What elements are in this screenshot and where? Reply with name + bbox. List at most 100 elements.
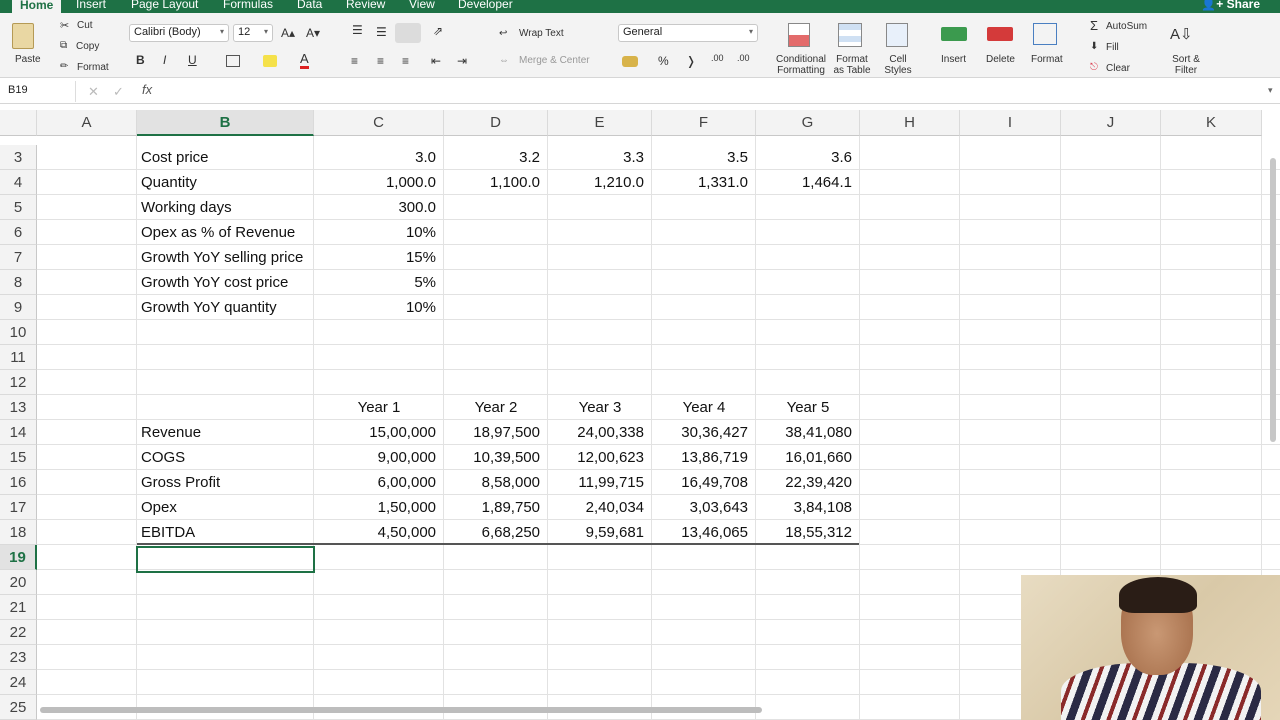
cell-b6[interactable]: Opex as % of Revenue [137, 220, 314, 245]
row-header-17[interactable]: 17 [0, 495, 37, 520]
cell-c16[interactable]: 6,00,000 [314, 470, 444, 495]
cell-f16[interactable]: 16,49,708 [652, 470, 756, 495]
cell-c5[interactable]: 300.0 [314, 195, 444, 220]
cell-c14[interactable]: 15,00,000 [314, 420, 444, 445]
decrease-indent-icon[interactable]: ⇤ [431, 54, 441, 68]
cell-c6[interactable]: 10% [314, 220, 444, 245]
cell-b16[interactable]: Gross Profit [137, 470, 314, 495]
font-name-select[interactable]: Calibri (Body) ▾ [129, 24, 229, 42]
column-header-h[interactable]: H [860, 110, 960, 136]
column-header-b[interactable]: B [137, 110, 314, 136]
increase-font-icon[interactable]: A▴ [281, 26, 295, 40]
cell-e13[interactable]: Year 3 [548, 395, 652, 420]
row-header-12[interactable]: 12 [0, 370, 37, 395]
cancel-icon[interactable]: ✕ [88, 84, 99, 100]
cell-g16[interactable]: 22,39,420 [756, 470, 860, 495]
cell-g18[interactable]: 18,55,312 [756, 520, 860, 545]
row-header-21[interactable]: 21 [0, 595, 37, 620]
cell-b9[interactable]: Growth YoY quantity [137, 295, 314, 320]
autosum-icon[interactable]: Σ [1090, 18, 1098, 33]
column-header-i[interactable]: I [960, 110, 1061, 136]
sort-filter-button[interactable]: Sort & Filter [1160, 54, 1212, 76]
autosum-button[interactable]: AutoSum [1106, 21, 1147, 32]
tab-home[interactable]: Home [12, 0, 62, 13]
increase-indent-icon[interactable]: ⇥ [457, 54, 467, 68]
cell-b15[interactable]: COGS [137, 445, 314, 470]
increase-decimal-icon[interactable]: .00 [711, 53, 724, 63]
format-cells-icon[interactable] [1033, 23, 1057, 45]
copy-icon[interactable]: ⧉ [60, 40, 67, 51]
insert-cells-icon[interactable] [941, 27, 967, 41]
row-header-3[interactable]: 3 [0, 145, 37, 170]
merge-center-icon[interactable]: ⇔ [499, 55, 509, 66]
delete-button[interactable]: Delete [986, 54, 1015, 65]
name-box[interactable]: B19 [0, 81, 76, 102]
cell-c18[interactable]: 4,50,000 [314, 520, 444, 545]
cell-f3[interactable]: 3.5 [652, 145, 756, 170]
column-header-e[interactable]: E [548, 110, 652, 136]
select-all-corner[interactable] [0, 110, 37, 136]
sort-filter-icon[interactable]: A⇩ [1170, 25, 1193, 43]
cell-f4[interactable]: 1,331.0 [652, 170, 756, 195]
tab-data[interactable]: Data [297, 0, 322, 11]
cell-b8[interactable]: Growth YoY cost price [137, 270, 314, 295]
cell-e14[interactable]: 24,00,338 [548, 420, 652, 445]
copy-button[interactable]: Copy [76, 41, 99, 52]
comma-style-icon[interactable]: ❭ [686, 54, 696, 68]
cell-e3[interactable]: 3.3 [548, 145, 652, 170]
chevron-down-icon[interactable]: ▾ [1268, 85, 1273, 96]
insert-function-icon[interactable]: fx [142, 82, 152, 97]
conditional-formatting-button[interactable]: Conditional Formatting [774, 54, 828, 76]
decrease-decimal-icon[interactable]: .00 [737, 53, 750, 63]
column-header-j[interactable]: J [1061, 110, 1161, 136]
bold-icon[interactable]: B [136, 53, 145, 67]
conditional-formatting-icon[interactable] [788, 23, 810, 47]
cell-b4[interactable]: Quantity [137, 170, 314, 195]
wrap-text-button[interactable]: Wrap Text [519, 28, 564, 39]
cell-g14[interactable]: 38,41,080 [756, 420, 860, 445]
cell-e16[interactable]: 11,99,715 [548, 470, 652, 495]
row-header-16[interactable]: 16 [0, 470, 37, 495]
horizontal-scrollbar[interactable] [40, 707, 762, 713]
format-painter-icon[interactable]: ✏ [60, 61, 68, 72]
cell-c8[interactable]: 5% [314, 270, 444, 295]
format-as-table-icon[interactable] [838, 23, 862, 47]
column-header-k[interactable]: K [1161, 110, 1262, 136]
font-color-icon[interactable]: A [300, 51, 309, 69]
row-header-25[interactable]: 25 [0, 695, 37, 720]
align-center-icon[interactable]: ≡ [377, 54, 384, 68]
row-header-18[interactable]: 18 [0, 520, 37, 545]
font-size-select[interactable]: 12 ▾ [233, 24, 273, 42]
number-format-select[interactable]: General ▾ [618, 24, 758, 42]
align-middle-icon[interactable]: ☰ [376, 25, 387, 39]
format-painter-button[interactable]: Format [77, 62, 109, 73]
cell-b17[interactable]: Opex [137, 495, 314, 520]
cell-b5[interactable]: Working days [137, 195, 314, 220]
align-top-icon[interactable]: ☰ [352, 23, 363, 37]
column-header-f[interactable]: F [652, 110, 756, 136]
row-header-7[interactable]: 7 [0, 245, 37, 270]
currency-icon[interactable] [622, 56, 638, 67]
merge-center-button[interactable]: Merge & Center [519, 55, 590, 66]
fill-color-icon[interactable] [263, 55, 277, 67]
cell-d13[interactable]: Year 2 [444, 395, 548, 420]
cell-g17[interactable]: 3,84,108 [756, 495, 860, 520]
row-header-10[interactable]: 10 [0, 320, 37, 345]
align-left-icon[interactable]: ≡ [351, 54, 358, 68]
fill-icon[interactable]: ⬇ [1090, 41, 1098, 52]
row-header-19[interactable]: 19 [0, 545, 37, 570]
align-right-icon[interactable]: ≡ [402, 54, 409, 68]
row-header-5[interactable]: 5 [0, 195, 37, 220]
cell-d4[interactable]: 1,100.0 [444, 170, 548, 195]
cell-d14[interactable]: 18,97,500 [444, 420, 548, 445]
row-header-15[interactable]: 15 [0, 445, 37, 470]
italic-icon[interactable]: I [163, 53, 166, 67]
tab-formulas[interactable]: Formulas [223, 0, 273, 11]
cell-e18[interactable]: 9,59,681 [548, 520, 652, 545]
scissors-icon[interactable]: ✂ [60, 19, 69, 32]
cell-e17[interactable]: 2,40,034 [548, 495, 652, 520]
row-header-14[interactable]: 14 [0, 420, 37, 445]
cell-styles-icon[interactable] [886, 23, 908, 47]
cell-g13[interactable]: Year 5 [756, 395, 860, 420]
row-header-9[interactable]: 9 [0, 295, 37, 320]
